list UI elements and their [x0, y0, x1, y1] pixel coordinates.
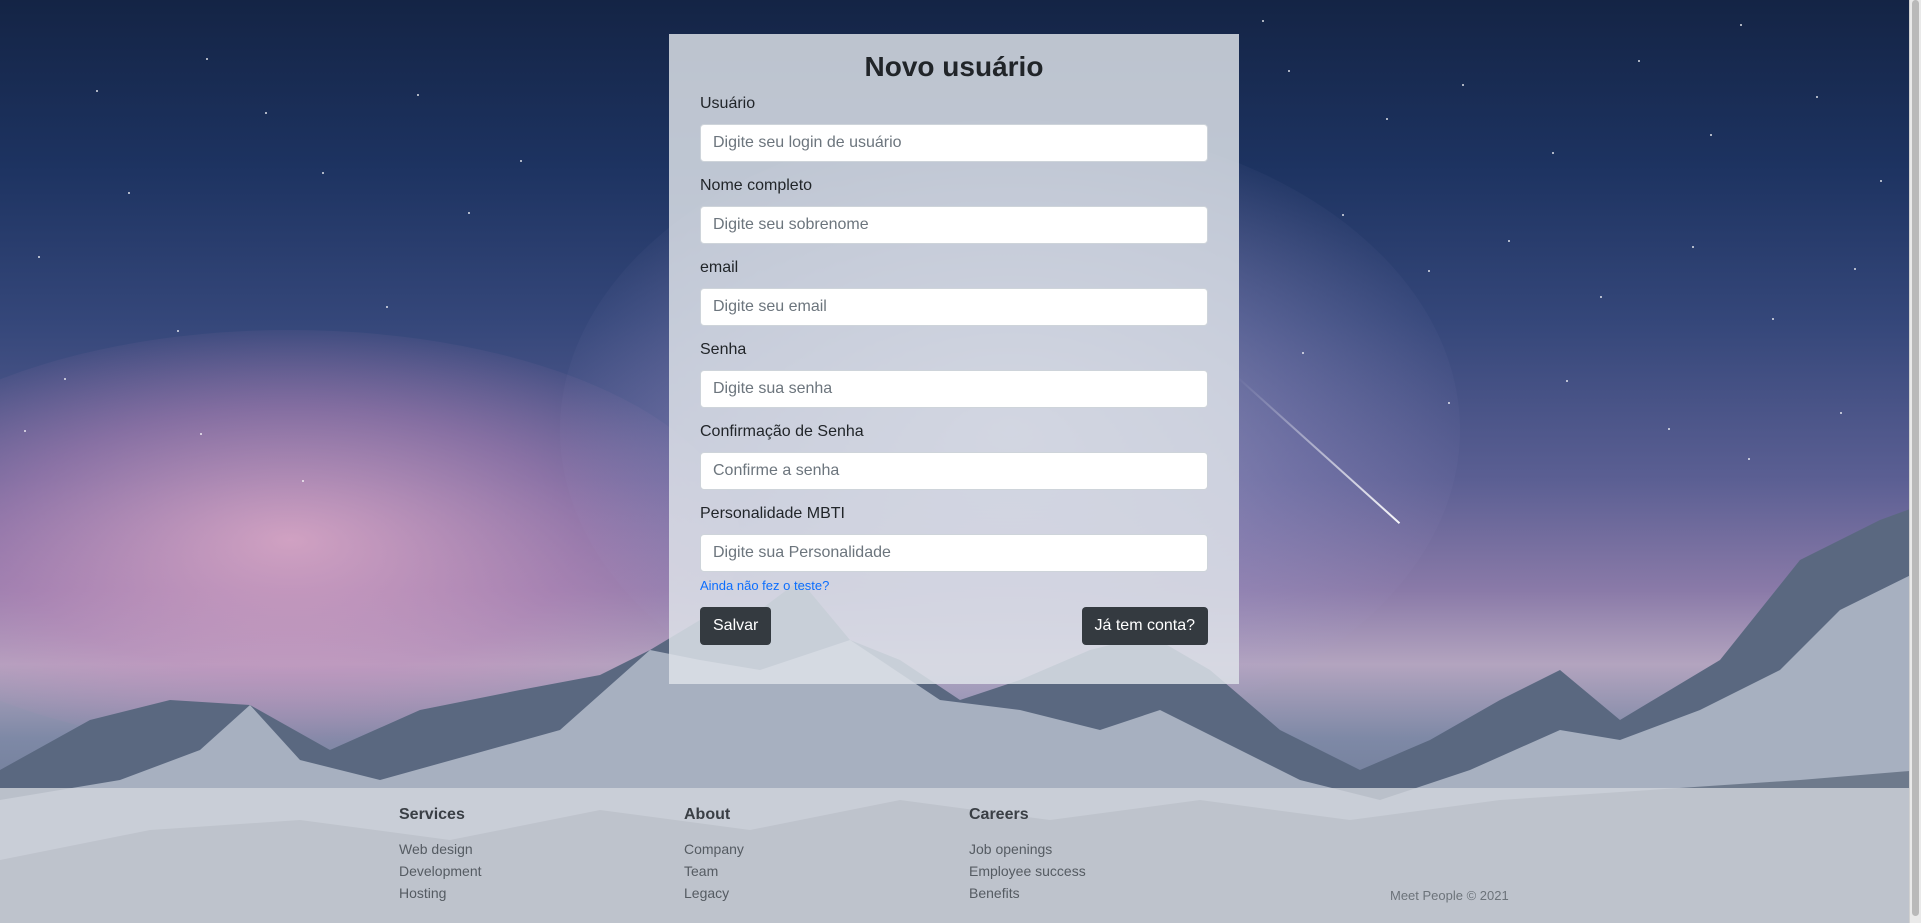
- mbti-test-link[interactable]: Ainda não fez o teste?: [700, 578, 1208, 594]
- form-actions: Salvar Já tem conta?: [700, 607, 1208, 645]
- copyright-text: Meet People © 2021: [1390, 888, 1509, 903]
- footer-column-careers: Careers Job openings Employee success Be…: [969, 806, 1086, 904]
- footer-link-employee-success[interactable]: Employee success: [969, 863, 1086, 879]
- footer-link-item: Web design: [399, 838, 482, 860]
- footer-link-job-openings[interactable]: Job openings: [969, 841, 1052, 857]
- save-button[interactable]: Salvar: [700, 607, 772, 645]
- email-field-group: email: [700, 258, 1208, 326]
- footer-link-item: Hosting: [399, 882, 482, 904]
- have-account-button[interactable]: Já tem conta?: [1081, 607, 1208, 645]
- email-input[interactable]: [700, 288, 1208, 326]
- footer-link-benefits[interactable]: Benefits: [969, 885, 1020, 901]
- username-input[interactable]: [700, 124, 1208, 162]
- password-confirm-label: Confirmação de Senha: [700, 423, 864, 440]
- password-field-group: Senha: [700, 340, 1208, 408]
- page: Novo usuário Usuário Nome completo email…: [0, 0, 1921, 923]
- mbti-input[interactable]: [700, 534, 1208, 572]
- footer-column-services: Services Web design Development Hosting: [399, 806, 482, 904]
- footer-heading: About: [684, 806, 731, 823]
- footer-link-item: Development: [399, 860, 482, 882]
- form-title: Novo usuário: [864, 51, 1044, 82]
- footer-link-item: Company: [684, 838, 744, 860]
- full-name-label: Nome completo: [700, 177, 813, 194]
- footer-link-item: Benefits: [969, 882, 1086, 904]
- footer-link-web-design[interactable]: Web design: [399, 841, 473, 857]
- footer-link-legacy[interactable]: Legacy: [684, 885, 729, 901]
- password-label: Senha: [700, 341, 747, 358]
- footer-link-item: Team: [684, 860, 744, 882]
- new-user-form: Novo usuário Usuário Nome completo email…: [669, 34, 1239, 684]
- full-name-input[interactable]: [700, 206, 1208, 244]
- footer-column-about: About Company Team Legacy: [684, 806, 744, 904]
- username-label: Usuário: [700, 95, 756, 112]
- footer-link-team[interactable]: Team: [684, 863, 718, 879]
- footer-link-company[interactable]: Company: [684, 841, 744, 857]
- scrollbar-thumb[interactable]: [1912, 0, 1919, 916]
- password-confirm-field-group: Confirmação de Senha: [700, 422, 1208, 490]
- footer-link-item: Job openings: [969, 838, 1086, 860]
- mbti-field-group: Personalidade MBTI: [700, 504, 1208, 572]
- footer-link-item: Legacy: [684, 882, 744, 904]
- password-confirm-input[interactable]: [700, 452, 1208, 490]
- footer-heading: Services: [399, 806, 465, 823]
- full-name-field-group: Nome completo: [700, 176, 1208, 244]
- mbti-label: Personalidade MBTI: [700, 505, 845, 522]
- page-scrollbar[interactable]: [1909, 0, 1921, 923]
- username-field-group: Usuário: [700, 94, 1208, 162]
- footer-heading: Careers: [969, 806, 1029, 823]
- footer-link-item: Employee success: [969, 860, 1086, 882]
- email-label: email: [700, 259, 739, 276]
- footer: Services Web design Development Hosting …: [0, 788, 1910, 923]
- footer-link-hosting[interactable]: Hosting: [399, 885, 446, 901]
- footer-link-development[interactable]: Development: [399, 863, 482, 879]
- password-input[interactable]: [700, 370, 1208, 408]
